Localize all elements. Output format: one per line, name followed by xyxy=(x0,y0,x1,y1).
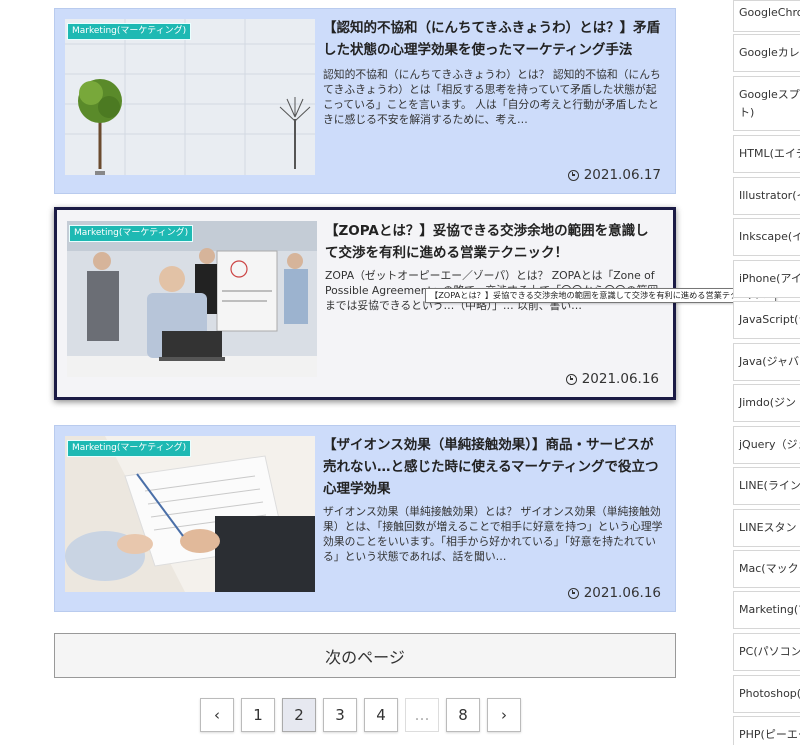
sidebar-item[interactable]: Inkscape(イ xyxy=(733,218,800,256)
category-badge[interactable]: Marketing(マーケティング) xyxy=(67,23,192,40)
sidebar-item[interactable]: GoogleChro xyxy=(733,0,800,32)
post-thumbnail[interactable]: Marketing(マーケティング) xyxy=(67,221,317,377)
sidebar-item[interactable]: HTML(エイチ xyxy=(733,135,800,173)
link-tooltip: 【ZOPAとは？】妥協できる交渉余地の範囲を意識して交渉を有利に進める営業テクニ… xyxy=(425,288,776,303)
pagination: ‹ 1 2 3 4 … 8 › xyxy=(200,698,521,732)
sidebar-item-label: Googleスプレ xyxy=(739,88,800,101)
post-excerpt: ザイオンス効果（単純接触効果）とは？ ザイオンス効果（単純接触効果）とは、「接触… xyxy=(323,505,663,563)
sidebar-item[interactable]: Googleスプレ ト) xyxy=(733,76,800,131)
page-link-1[interactable]: 1 xyxy=(241,698,275,732)
clock-icon xyxy=(567,169,579,181)
page-link-4[interactable]: 4 xyxy=(364,698,398,732)
next-page-arrow-button[interactable]: › xyxy=(487,698,521,732)
clock-icon xyxy=(567,587,579,599)
post-date: 2021.06.17 xyxy=(567,167,661,183)
page-ellipsis: … xyxy=(405,698,439,732)
post-title[interactable]: 【認知的不協和（にんちてきふきょうわ）とは？】矛盾した状態の心理学効果を使ったマ… xyxy=(323,17,663,61)
sidebar-item[interactable]: PHP(ピーエー xyxy=(733,716,800,745)
sidebar-item[interactable]: Mac(マック xyxy=(733,550,800,588)
post-excerpt: 認知的不協和（にんちてきふきょうわ）とは？ 認知的不協和（にんちてきふきょうわ）… xyxy=(323,68,661,126)
sidebar-item[interactable]: LINE(ライン xyxy=(733,467,800,505)
post-date-text: 2021.06.17 xyxy=(583,167,661,183)
post-title[interactable]: 【ZOPAとは？】妥協できる交渉余地の範囲を意識して交渉を有利に進める営業テクニ… xyxy=(325,220,661,264)
page-link-8[interactable]: 8 xyxy=(446,698,480,732)
category-badge[interactable]: Marketing(マーケティング) xyxy=(69,225,194,242)
sidebar-item[interactable]: Java(ジャバ xyxy=(733,343,800,381)
post-date-text: 2021.06.16 xyxy=(581,371,659,387)
sidebar-item-label: ト) xyxy=(739,106,755,119)
page-link-3[interactable]: 3 xyxy=(323,698,357,732)
sidebar-item[interactable]: Photoshop(フ xyxy=(733,675,800,713)
sidebar-item[interactable]: Jimdo(ジン xyxy=(733,384,800,422)
page-link-current: 2 xyxy=(282,698,316,732)
post-card[interactable]: Marketing(マーケティング) 【ZOPAとは？】妥協できる交渉余地の範囲… xyxy=(54,207,676,400)
sidebar-item[interactable]: jQuery（ジェ xyxy=(733,426,800,464)
post-title[interactable]: 【ザイオンス効果（単純接触効果）】商品・サービスが売れない…と感じた時に使えるマ… xyxy=(323,434,663,500)
sidebar-item[interactable]: iPhone(アイ xyxy=(733,260,800,298)
post-date-text: 2021.06.16 xyxy=(583,585,661,601)
post-date: 2021.06.16 xyxy=(567,585,661,601)
post-card[interactable]: Marketing(マーケティング) 【ザイオンス効果（単純接触効果）】商品・サ… xyxy=(54,425,676,612)
sidebar-category-list: GoogleChro Googleカレ Googleスプレ ト) HTML(エイ… xyxy=(733,0,800,745)
main-content: Marketing(マーケティング) 【認知的不協和（にんちてきふきょうわ）とは… xyxy=(0,0,776,745)
sidebar-item[interactable]: Marketing(マ xyxy=(733,591,800,629)
post-thumbnail[interactable]: Marketing(マーケティング) xyxy=(65,436,315,592)
sidebar-item[interactable]: JavaScript(ジ xyxy=(733,301,800,339)
category-badge[interactable]: Marketing(マーケティング) xyxy=(67,440,192,457)
sidebar-item[interactable]: LINEスタン xyxy=(733,509,800,547)
post-thumbnail[interactable]: Marketing(マーケティング) xyxy=(65,19,315,175)
post-card[interactable]: Marketing(マーケティング) 【認知的不協和（にんちてきふきょうわ）とは… xyxy=(54,8,676,194)
prev-page-button[interactable]: ‹ xyxy=(200,698,234,732)
sidebar-item[interactable]: Illustrator(イ xyxy=(733,177,800,215)
post-date: 2021.06.16 xyxy=(565,371,659,387)
next-page-button[interactable]: 次のページ xyxy=(54,633,676,678)
clock-icon xyxy=(565,373,577,385)
sidebar-item[interactable]: PC(パソコン xyxy=(733,633,800,671)
sidebar-item[interactable]: Googleカレ xyxy=(733,34,800,72)
